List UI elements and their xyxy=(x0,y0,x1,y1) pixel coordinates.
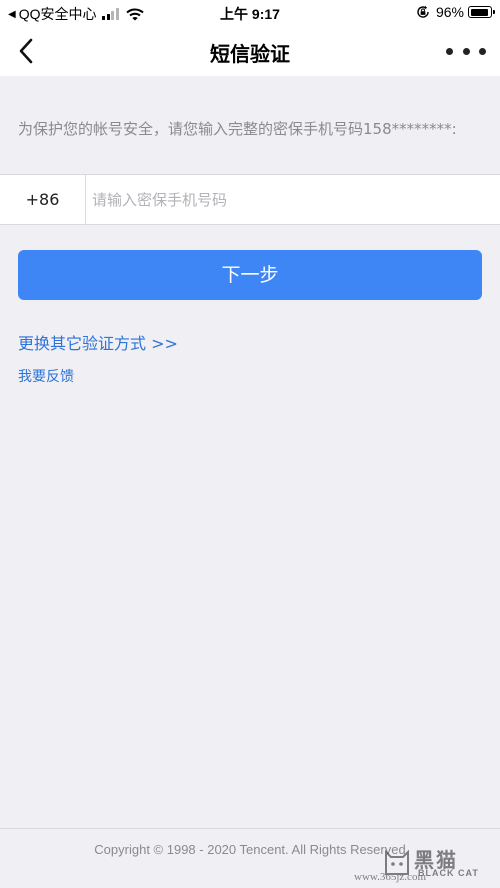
watermark-url: www.365jz.com xyxy=(354,871,426,883)
feedback-link[interactable]: 我要反馈 xyxy=(18,366,74,386)
verification-hint: 为保护您的帐号安全，请您输入完整的密保手机号码158********: xyxy=(18,120,457,138)
status-right: 96% xyxy=(416,4,495,20)
phone-row: +86 xyxy=(0,174,500,225)
battery-percent: 96% xyxy=(435,4,464,20)
next-step-button[interactable]: 下一步 xyxy=(18,250,482,300)
rotation-lock-icon xyxy=(417,5,429,18)
phone-input[interactable] xyxy=(90,175,490,224)
country-code[interactable]: +86 xyxy=(0,175,86,224)
page-title: 短信验证 xyxy=(210,42,290,66)
status-bar: ◀ QQ安全中心 上午 9:17 96% xyxy=(0,0,500,26)
watermark-en: BLACK CAT xyxy=(418,868,479,878)
more-icon[interactable] xyxy=(446,38,486,64)
watermark: 黑猫 BLACK CAT www.365jz.com xyxy=(354,844,496,886)
change-verification-method-link[interactable]: 更换其它验证方式 >> xyxy=(18,330,178,354)
footer-divider xyxy=(0,828,500,829)
navigation-bar: 短信验证 xyxy=(0,26,500,76)
battery-icon xyxy=(468,6,495,18)
